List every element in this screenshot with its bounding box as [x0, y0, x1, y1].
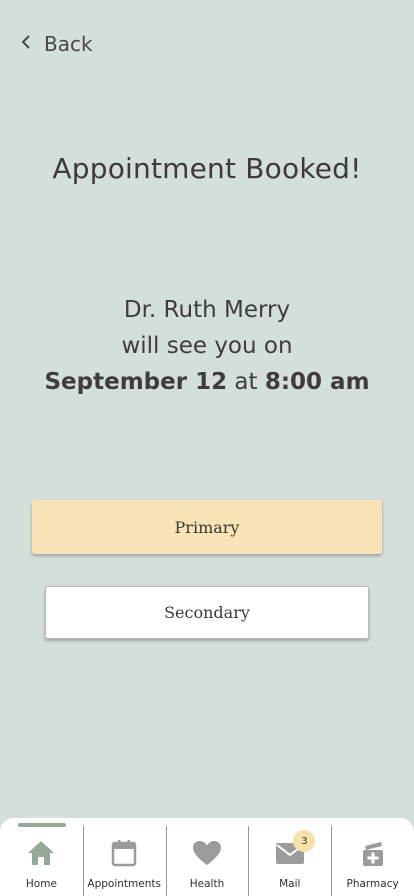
- confirmation-line: will see you on: [121, 333, 293, 359]
- appointment-date: September 12: [44, 369, 228, 395]
- tab-label: Mail: [279, 878, 301, 890]
- datetime-connector: at: [234, 369, 258, 395]
- tab-mail[interactable]: 3 Mail: [248, 818, 331, 896]
- appointment-datetime: September 12 at 8:00 am: [0, 364, 414, 400]
- tab-label: Appointments: [87, 878, 161, 890]
- chevron-left-icon: [18, 34, 34, 54]
- secondary-button[interactable]: Secondary: [45, 586, 369, 639]
- appointment-time: 8:00 am: [264, 369, 370, 395]
- tab-label: Home: [25, 878, 57, 890]
- bottom-tab-bar: Home Appointments Health 3 Mail Pharmacy: [0, 818, 414, 896]
- tab-label: Health: [189, 878, 225, 890]
- active-tab-indicator: [18, 823, 66, 827]
- calendar-icon: [108, 838, 140, 872]
- heart-icon: [191, 838, 223, 872]
- back-label: Back: [44, 32, 93, 56]
- tab-home[interactable]: Home: [0, 818, 83, 896]
- mail-badge: 3: [293, 830, 316, 852]
- primary-button[interactable]: Primary: [32, 500, 382, 554]
- home-icon: [25, 838, 57, 872]
- doctor-name: Dr. Ruth Merry: [123, 297, 291, 323]
- tab-label: Pharmacy: [346, 878, 399, 890]
- back-button[interactable]: Back: [18, 30, 93, 58]
- tab-health[interactable]: Health: [165, 818, 249, 896]
- tab-pharmacy[interactable]: Pharmacy: [331, 818, 414, 896]
- confirmation-message: Dr. Ruth Merry will see you on September…: [0, 292, 414, 400]
- pharmacy-icon: [357, 838, 389, 872]
- tab-appointments[interactable]: Appointments: [82, 818, 166, 896]
- page-title: Appointment Booked!: [52, 152, 362, 185]
